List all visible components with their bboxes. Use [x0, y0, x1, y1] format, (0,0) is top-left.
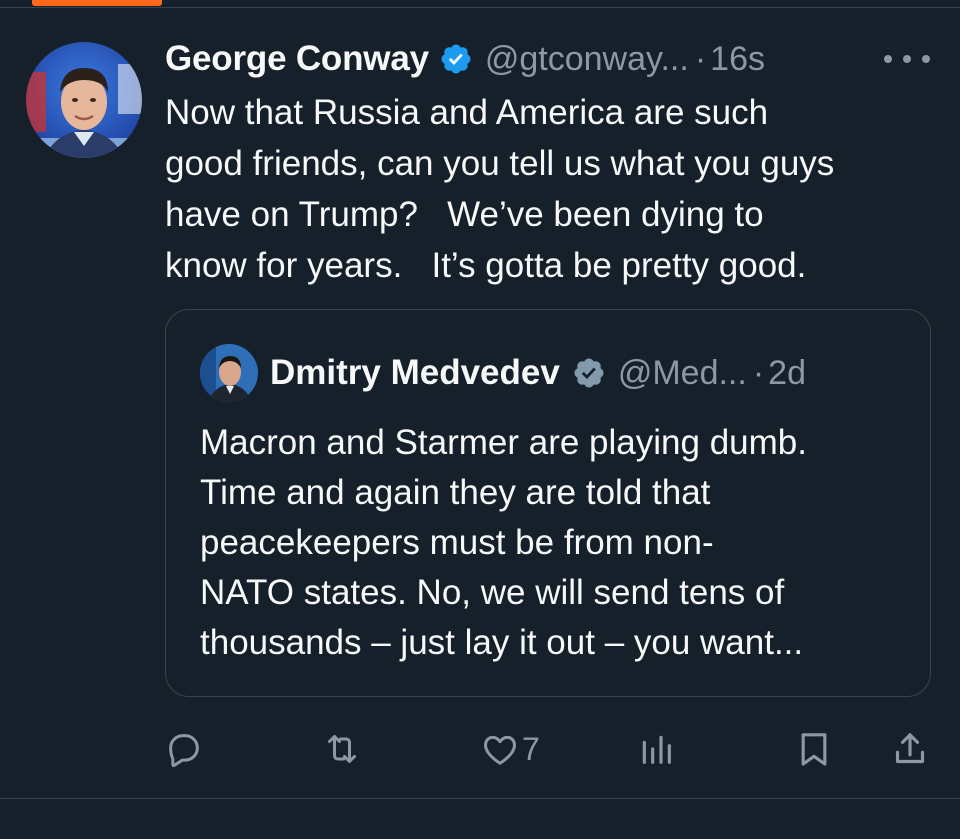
reply-icon [169, 734, 199, 768]
author-avatar[interactable] [26, 42, 142, 158]
quote-separator-dot: · [752, 353, 765, 392]
quote-header: Dmitry Medvedev @Med... · 2d [270, 352, 806, 394]
tweet-page: George Conway @gtconway... · 16s Now tha… [0, 0, 960, 839]
more-options-icon[interactable] [884, 44, 930, 74]
bottom-divider [0, 798, 960, 799]
timestamp[interactable]: 16s [710, 40, 765, 79]
share-icon [895, 733, 925, 764]
quote-text: Macron and Starmer are playing dumb. Tim… [200, 423, 807, 662]
author-name[interactable]: George Conway [165, 39, 429, 79]
action-bar: 7 [0, 724, 960, 774]
tweet-header: George Conway @gtconway... · 16s [165, 38, 765, 80]
like-count: 7 [522, 730, 540, 767]
quote-author-handle[interactable]: @Med... [618, 354, 747, 393]
verified-badge-icon[interactable] [439, 42, 473, 76]
quote-timestamp[interactable]: 2d [768, 354, 806, 393]
like-button[interactable]: 7 [480, 724, 540, 774]
views-button[interactable] [636, 724, 676, 774]
quote-tweet-card[interactable]: Dmitry Medvedev @Med... · 2d Macron and … [165, 309, 931, 697]
bookmark-button[interactable] [794, 724, 834, 774]
tweet-text: Now that Russia and America are such goo… [165, 93, 835, 285]
like-icon [484, 735, 516, 765]
top-divider [0, 7, 960, 8]
share-button[interactable] [890, 724, 930, 774]
author-handle[interactable]: @gtconway... [485, 40, 689, 79]
reply-button[interactable] [164, 724, 204, 774]
retweet-button[interactable] [322, 724, 362, 774]
quote-author-name[interactable]: Dmitry Medvedev [270, 353, 560, 393]
views-icon [642, 735, 671, 764]
quote-author-avatar[interactable] [200, 344, 258, 402]
gray-verified-badge-icon[interactable] [572, 356, 606, 390]
top-accent-bar [32, 0, 162, 6]
separator-dot: · [694, 39, 707, 78]
retweet-icon [328, 735, 356, 763]
bookmark-icon [801, 733, 827, 766]
